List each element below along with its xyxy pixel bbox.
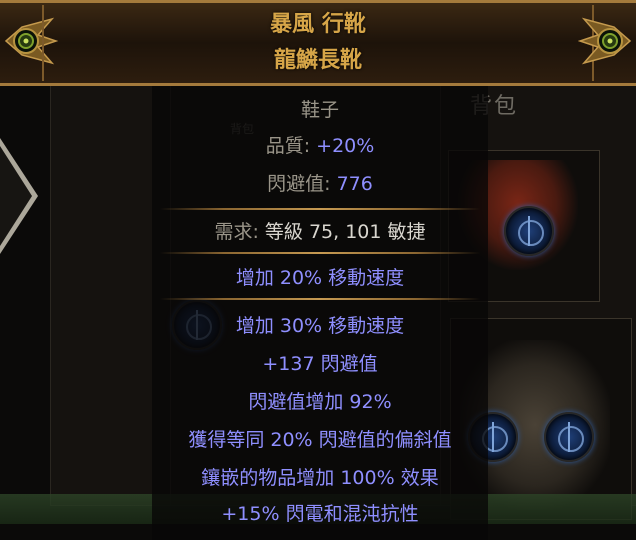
explicit-mod: 閃避值增加 92% [248,391,392,413]
property-evasion: 閃避值: 776 [267,173,373,195]
separator [160,298,480,300]
requirements-prefix: 需求 [214,221,253,243]
header-right-ornament-icon [578,17,632,65]
explicit-mod: +137 閃避值 [262,353,378,375]
item-base-type: 龍鱗長靴 [273,48,362,73]
item-name: 暴風 行靴 [270,12,366,37]
property-value: +20% [316,135,375,157]
requirements-text: 等級 75, 101 敏捷 [264,221,426,243]
property-value: 776 [336,173,373,195]
explicit-mod: 獲得等同 20% 閃避值的偏斜值 [188,429,452,451]
armour-socket-right-icon [544,412,594,462]
explicit-mod: 增加 30% 移動速度 [235,315,405,337]
separator [160,252,480,254]
panel-collapse-arrow-icon[interactable] [0,138,38,254]
requirements: 需求: 等級 75, 101 敏捷 [214,221,426,243]
property-quality: 品質: +20% [265,135,375,157]
property-label: 品質 [265,135,304,157]
explicit-mod: 鑲嵌的物品增加 100% 效果 [201,467,439,489]
helmet-socket-icon [504,206,554,256]
property-label: 閃避值 [267,173,325,195]
item-class: 鞋子 [300,99,339,121]
separator [160,208,480,210]
item-tooltip: 鞋子 品質: +20% 閃避值: 776 需求: 等級 75, 101 敏捷 增… [152,86,488,540]
item-name-header: 暴風 行靴 龍鱗長靴 [0,0,636,86]
implicit-mod: 增加 20% 移動速度 [235,267,405,289]
explicit-mod: +15% 閃電和混沌抗性 [221,503,419,525]
